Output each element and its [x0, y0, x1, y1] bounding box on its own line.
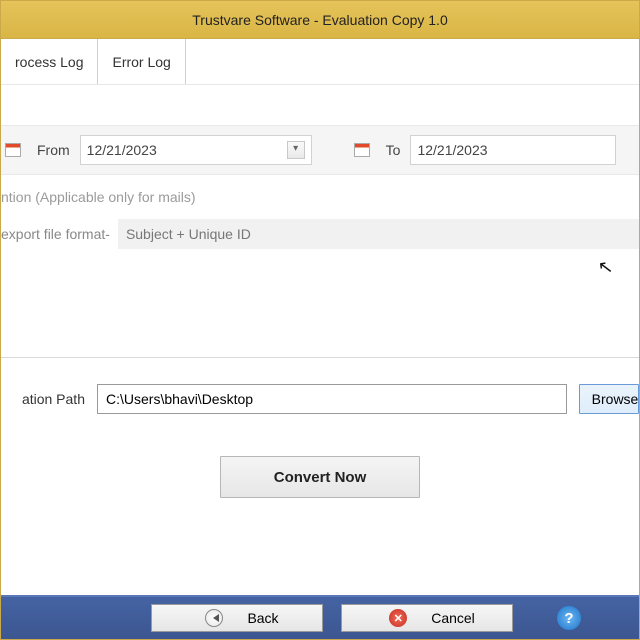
browse-button[interactable]: Browse	[579, 384, 639, 414]
tab-process-log-label: rocess Log	[15, 54, 83, 70]
destination-label: ation Path	[0, 391, 85, 407]
format-dropdown[interactable]: Subject + Unique ID	[118, 219, 639, 249]
format-row: export file format- Subject + Unique ID	[1, 215, 639, 265]
to-date-field[interactable]: 12/21/2023	[410, 135, 616, 165]
note-text: ntion (Applicable only for mails)	[1, 175, 639, 215]
convert-now-button[interactable]: Convert Now	[220, 456, 420, 498]
from-label: From	[37, 142, 70, 158]
arrow-left-icon	[205, 609, 223, 627]
convert-row: Convert Now	[1, 438, 639, 498]
convert-now-label: Convert Now	[274, 469, 367, 486]
from-date-field[interactable]: 12/21/2023 ▾	[80, 135, 312, 165]
from-date-value: 12/21/2023	[87, 142, 157, 158]
to-label: To	[386, 142, 401, 158]
window-title: Trustvare Software - Evaluation Copy 1.0	[192, 12, 448, 28]
footer-bar: Back ✕ Cancel ?	[1, 595, 639, 639]
cancel-button[interactable]: ✕ Cancel	[341, 604, 513, 632]
tab-process-log[interactable]: rocess Log	[1, 39, 98, 84]
back-button-label: Back	[247, 610, 278, 626]
chevron-down-icon[interactable]: ▾	[287, 141, 305, 159]
calendar-icon	[354, 143, 370, 157]
help-icon: ?	[564, 610, 573, 627]
app-window: Trustvare Software - Evaluation Copy 1.0…	[0, 0, 640, 640]
format-value: Subject + Unique ID	[126, 226, 251, 242]
format-label: export file format-	[1, 226, 110, 242]
to-date-value: 12/21/2023	[417, 142, 487, 158]
tab-error-log-label: Error Log	[112, 54, 170, 70]
calendar-icon	[5, 143, 21, 157]
cancel-button-label: Cancel	[431, 610, 475, 626]
browse-button-label: Browse	[592, 391, 639, 407]
tab-bar: rocess Log Error Log	[1, 39, 639, 85]
spacer	[1, 85, 639, 125]
back-button[interactable]: Back	[151, 604, 323, 632]
destination-path-input[interactable]	[97, 384, 567, 414]
title-bar: Trustvare Software - Evaluation Copy 1.0	[1, 1, 639, 39]
destination-row: ation Path Browse	[1, 358, 639, 438]
close-icon: ✕	[389, 609, 407, 627]
date-filter-row: From 12/21/2023 ▾ To 12/21/2023	[1, 125, 639, 175]
tab-error-log[interactable]: Error Log	[98, 39, 185, 84]
help-button[interactable]: ?	[557, 606, 581, 630]
